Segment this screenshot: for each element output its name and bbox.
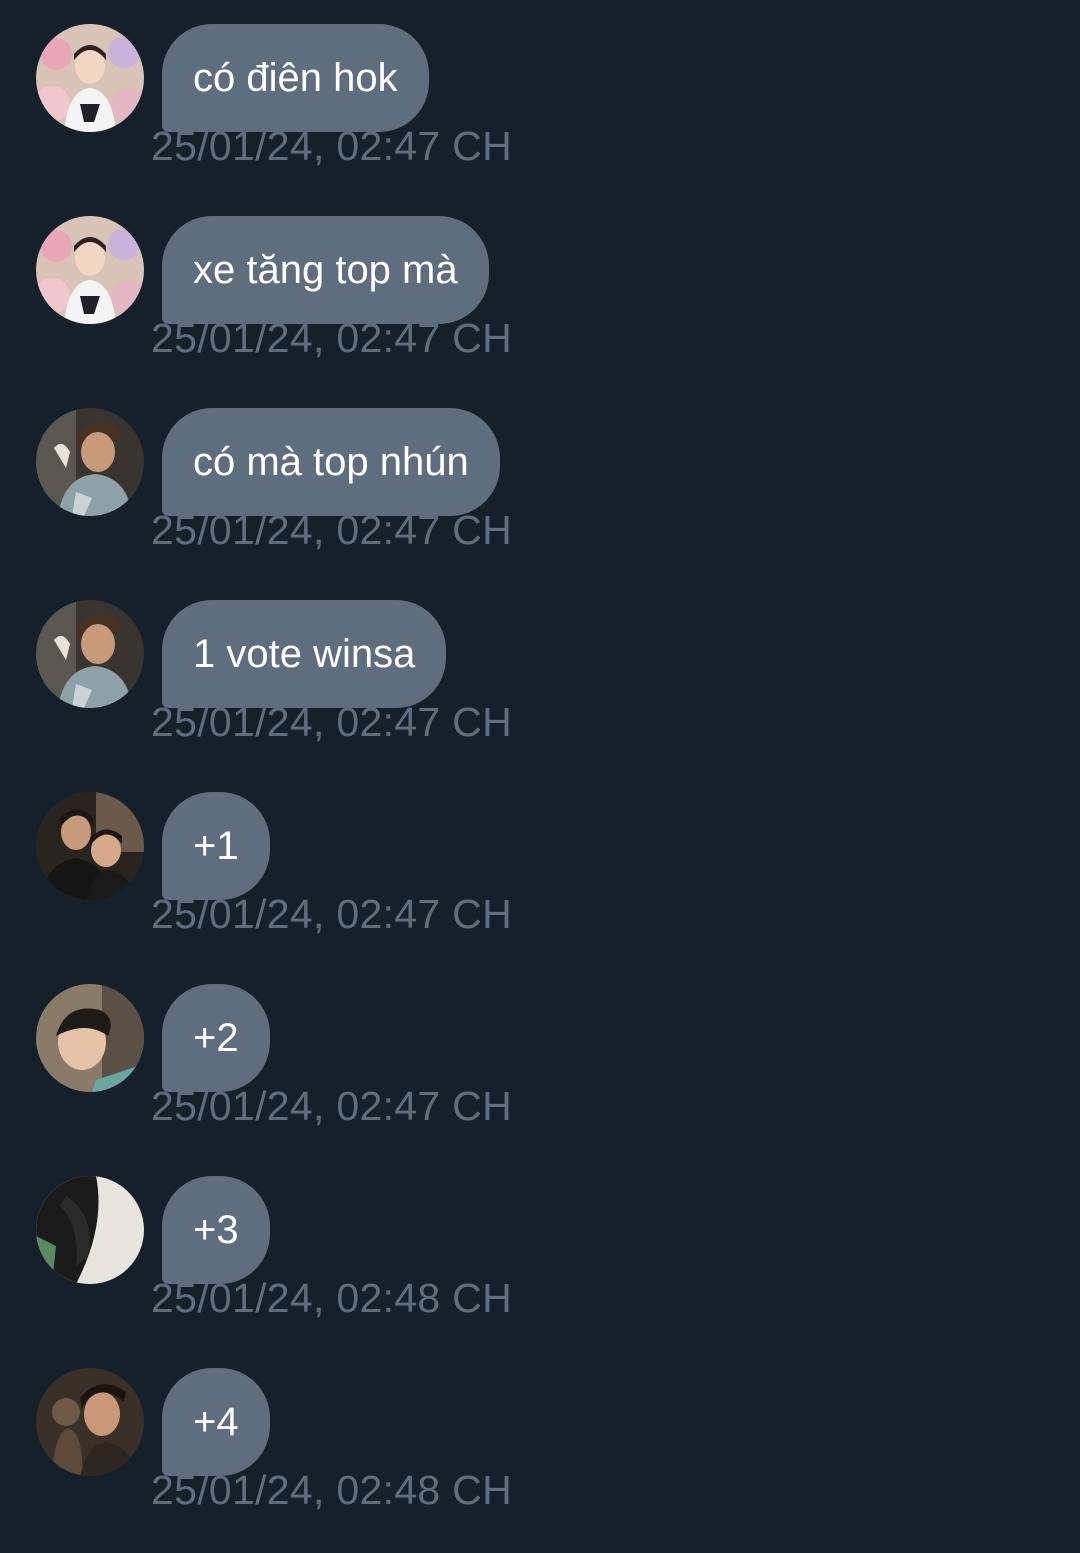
message-bubble[interactable]: +1 — [162, 792, 270, 900]
message-timestamp: 25/01/24, 02:48 CH — [151, 1467, 512, 1513]
avatar-image — [36, 792, 144, 900]
message-timestamp: 25/01/24, 02:47 CH — [151, 891, 512, 937]
message-row: +4 25/01/24, 02:48 CH — [0, 1344, 1080, 1536]
avatar-image — [36, 600, 144, 708]
message-timestamp: 25/01/24, 02:48 CH — [151, 1275, 512, 1321]
message-row: 1 vote winsa 25/01/24, 02:47 CH — [0, 576, 1080, 768]
message-row: +2 25/01/24, 02:47 CH — [0, 960, 1080, 1152]
message-timestamp: 25/01/24, 02:47 CH — [151, 699, 512, 745]
message-row: xe tăng top mà 25/01/24, 02:47 CH — [0, 192, 1080, 384]
avatar[interactable] — [36, 24, 144, 132]
message-bubble[interactable]: có điên hok — [162, 24, 429, 132]
avatar[interactable] — [36, 408, 144, 516]
avatar-image — [36, 1176, 144, 1284]
message-timestamp: 25/01/24, 02:47 CH — [151, 1083, 512, 1129]
avatar[interactable] — [36, 216, 144, 324]
message-timestamp: 25/01/24, 02:47 CH — [151, 507, 512, 553]
message-bubble[interactable]: +2 — [162, 984, 270, 1092]
message-bubble[interactable]: +4 — [162, 1368, 270, 1476]
message-row: có mà top nhún 25/01/24, 02:47 CH — [0, 384, 1080, 576]
avatar-image — [36, 984, 144, 1092]
message-bubble[interactable]: có mà top nhún — [162, 408, 500, 516]
message-bubble[interactable]: 1 vote winsa — [162, 600, 447, 708]
message-timestamp: 25/01/24, 02:47 CH — [151, 123, 512, 169]
message-timestamp: 25/01/24, 02:47 CH — [151, 315, 512, 361]
avatar[interactable] — [36, 984, 144, 1092]
avatar[interactable] — [36, 600, 144, 708]
avatar[interactable] — [36, 792, 144, 900]
message-bubble[interactable]: xe tăng top mà — [162, 216, 489, 324]
avatar-image — [36, 1368, 144, 1476]
avatar[interactable] — [36, 1368, 144, 1476]
avatar-image — [36, 24, 144, 132]
avatar-image — [36, 216, 144, 324]
message-list: có điên hok 25/01/24, 02:47 CH xe tăng t… — [0, 0, 1080, 1553]
avatar[interactable] — [36, 1176, 144, 1284]
avatar-image — [36, 408, 144, 516]
message-row: +1 25/01/24, 02:47 CH — [0, 768, 1080, 960]
message-bubble[interactable]: +3 — [162, 1176, 270, 1284]
message-row: có điên hok 25/01/24, 02:47 CH — [0, 0, 1080, 192]
message-row: +3 25/01/24, 02:48 CH — [0, 1152, 1080, 1344]
